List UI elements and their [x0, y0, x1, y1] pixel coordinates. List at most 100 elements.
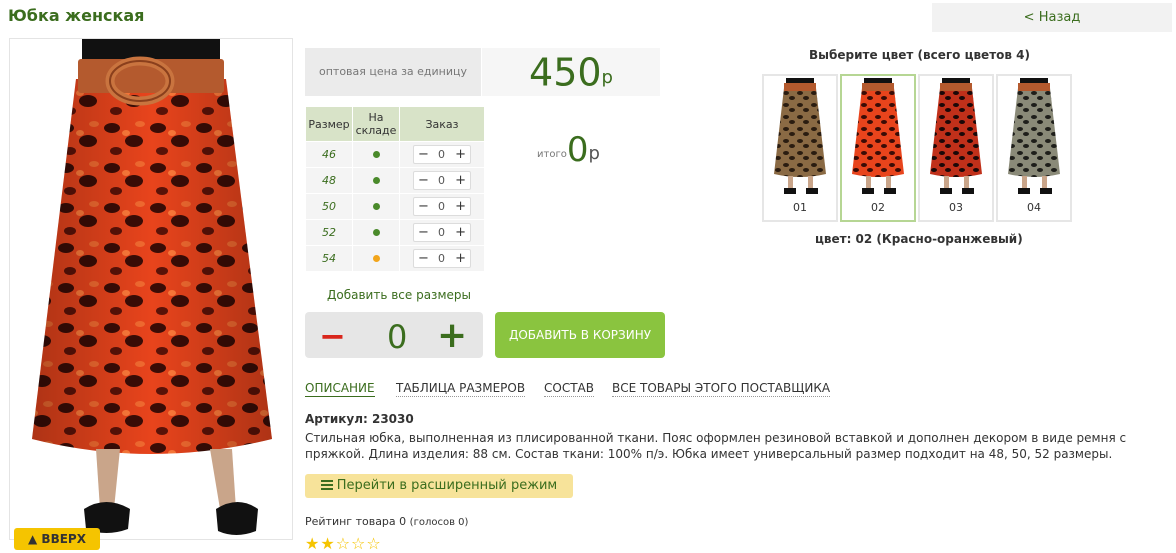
- stock-cell: [352, 141, 400, 168]
- price-label: оптовая цена за единицу: [305, 48, 481, 96]
- color-swatch-04[interactable]: 04: [996, 74, 1072, 222]
- rating-stars[interactable]: ★★☆☆☆: [305, 534, 382, 553]
- size-qty-plus-button[interactable]: +: [455, 224, 466, 241]
- color-chooser-title: Выберите цвет (всего цветов 4): [809, 48, 1030, 62]
- color-swatch-02[interactable]: 02: [840, 74, 916, 222]
- size-text: 46: [322, 148, 336, 161]
- size-qty-input[interactable]: 0: [438, 198, 445, 215]
- size-qty-plus-button[interactable]: +: [455, 198, 466, 215]
- stock-cell: [352, 245, 400, 272]
- rating-votes: (голосов 0): [409, 517, 469, 528]
- stock-header: На складе: [352, 106, 400, 142]
- order-cell: −0 +: [399, 141, 485, 168]
- size-value: 52: [305, 219, 353, 246]
- size-qty-minus-button[interactable]: −: [418, 198, 429, 215]
- size-qty-minus-button[interactable]: −: [418, 172, 429, 189]
- size-qty-plus-button[interactable]: +: [455, 250, 466, 267]
- size-qty-minus-button[interactable]: −: [418, 146, 429, 163]
- tab-supplier-products[interactable]: ВСЕ ТОВАРЫ ЭТОГО ПОСТАВЩИКА: [612, 381, 831, 397]
- swatch-skirt-image: [852, 78, 904, 194]
- color-swatch-03[interactable]: 03: [918, 74, 994, 222]
- price-number: 450: [529, 50, 602, 95]
- size-text: 50: [322, 200, 336, 213]
- back-button[interactable]: < Назад: [932, 3, 1172, 32]
- scroll-top-button[interactable]: ▲ ВВЕРХ: [14, 528, 100, 550]
- quantity-value[interactable]: 0: [387, 318, 407, 356]
- size-text: 54: [322, 252, 336, 265]
- swatch-skirt-image: [774, 78, 826, 194]
- size-text: 48: [322, 174, 336, 187]
- add-all-sizes-link[interactable]: Добавить все размеры: [327, 288, 471, 302]
- list-icon: [320, 475, 333, 490]
- swatch-number: 01: [793, 201, 807, 214]
- size-text: 52: [322, 226, 336, 239]
- size-qty-plus-button[interactable]: +: [455, 172, 466, 189]
- size-qty-stepper: −0 +: [413, 197, 471, 216]
- size-value: 50: [305, 193, 353, 220]
- size-qty-input[interactable]: 0: [438, 172, 445, 189]
- selected-color-text: цвет: 02 (Красно-оранжевый): [815, 232, 1023, 246]
- size-row: 50 −0 +: [305, 193, 485, 220]
- stock-cell: [352, 219, 400, 246]
- tab-description[interactable]: ОПИСАНИЕ: [305, 381, 375, 397]
- order-cell: −0 +: [399, 167, 485, 194]
- size-value: 48: [305, 167, 353, 194]
- page-title: Юбка женская: [8, 6, 145, 25]
- quantity-plus-button[interactable]: +: [437, 315, 467, 356]
- total-currency: р: [588, 143, 600, 164]
- color-swatch-01[interactable]: 01: [762, 74, 838, 222]
- product-rating: Рейтинг товара 0 (голосов 0): [305, 515, 468, 528]
- stock-cell: [352, 193, 400, 220]
- stock-indicator-icon: [372, 203, 380, 210]
- article-number: Артикул: 23030: [305, 412, 414, 426]
- swatch-skirt-image: [930, 78, 982, 194]
- stock-indicator-icon: [372, 151, 380, 158]
- product-photo[interactable]: [9, 38, 293, 540]
- size-qty-stepper: −0 +: [413, 249, 471, 268]
- rating-label: Рейтинг товара: [305, 515, 396, 528]
- size-qty-input[interactable]: 0: [438, 224, 445, 241]
- stock-indicator-icon: [372, 229, 380, 236]
- order-header: Заказ: [399, 106, 485, 142]
- order-cell: −0 +: [399, 245, 485, 272]
- swatch-number: 02: [871, 201, 885, 214]
- order-cell: −0 +: [399, 219, 485, 246]
- product-description: Стильная юбка, выполненная из плисирован…: [305, 431, 1127, 461]
- size-value: 54: [305, 245, 353, 272]
- stock-indicator-icon: [372, 177, 380, 184]
- total-value: 0: [566, 130, 589, 170]
- size-qty-minus-button[interactable]: −: [418, 250, 429, 267]
- order-total: итого0р: [537, 130, 600, 170]
- price-value: 450р: [482, 48, 660, 96]
- tab-composition[interactable]: СОСТАВ: [544, 381, 594, 397]
- total-label: итого: [537, 149, 567, 160]
- price-currency: р: [601, 67, 613, 88]
- size-row: 54 −0 +: [305, 245, 485, 272]
- size-qty-plus-button[interactable]: +: [455, 146, 466, 163]
- rating-value: 0: [399, 515, 407, 528]
- stock-indicator-icon: [372, 255, 380, 262]
- sizes-table: Размер На складе Заказ 46−0 +48−0 +50−0 +52…: [305, 106, 485, 272]
- size-qty-stepper: −0 +: [413, 171, 471, 190]
- advanced-mode-label: Перейти в расширенный режим: [336, 478, 558, 493]
- size-value: 46: [305, 141, 353, 168]
- tab-size-chart[interactable]: ТАБЛИЦА РАЗМЕРОВ: [396, 381, 526, 397]
- swatch-number: 04: [1027, 201, 1041, 214]
- size-qty-minus-button[interactable]: −: [418, 224, 429, 241]
- skirt-illustration: [32, 39, 272, 535]
- size-qty-stepper: −0 +: [413, 223, 471, 242]
- order-cell: −0 +: [399, 193, 485, 220]
- size-qty-stepper: −0 +: [413, 145, 471, 164]
- size-row: 52 −0 +: [305, 219, 485, 246]
- quantity-minus-button[interactable]: −: [319, 317, 346, 355]
- size-qty-input[interactable]: 0: [438, 146, 445, 163]
- quantity-stepper: − 0 +: [305, 312, 483, 358]
- stock-cell: [352, 167, 400, 194]
- size-qty-input[interactable]: 0: [438, 250, 445, 267]
- swatch-number: 03: [949, 201, 963, 214]
- size-row: 46 −0 +: [305, 141, 485, 168]
- add-to-cart-button[interactable]: ДОБАВИТЬ В КОРЗИНУ: [495, 312, 665, 358]
- size-header: Размер: [305, 106, 353, 142]
- advanced-mode-button[interactable]: Перейти в расширенный режим: [305, 474, 573, 498]
- swatch-skirt-image: [1008, 78, 1060, 194]
